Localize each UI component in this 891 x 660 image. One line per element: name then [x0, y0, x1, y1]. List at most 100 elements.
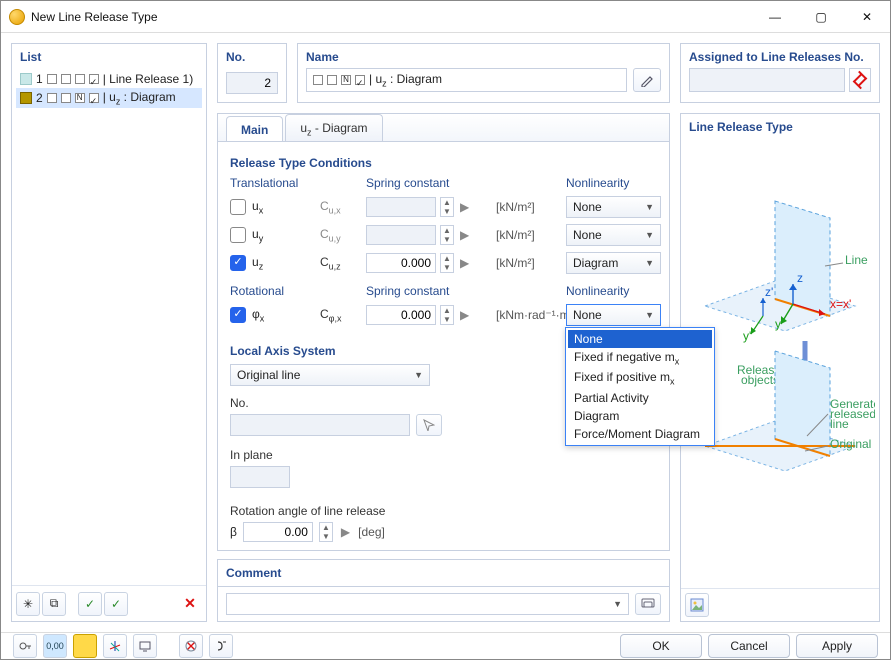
window-title: New Line Release Type	[31, 10, 752, 24]
new-item-button[interactable]: ✳	[16, 592, 40, 616]
phix-checkbox[interactable]	[230, 307, 246, 323]
arrow-icon[interactable]: ▶	[458, 256, 471, 270]
preview-settings-button[interactable]	[685, 593, 709, 617]
dropdown-option[interactable]: Partial Activity	[568, 389, 712, 407]
pick-line-button[interactable]	[416, 414, 442, 436]
color-button[interactable]	[73, 634, 97, 658]
in-plane-label: In plane	[230, 448, 657, 462]
svg-text:Original line: Original line	[830, 437, 875, 451]
cuz-spinner[interactable]: ▲▼ ▶	[366, 253, 496, 273]
item-number: 2	[36, 91, 43, 105]
uz-checkbox[interactable]	[230, 255, 246, 271]
units-icon: 0,00	[46, 641, 64, 651]
no-field[interactable]	[226, 72, 278, 94]
nonlinearity-dropdown[interactable]: None Fixed if negative mx Fixed if posit…	[565, 327, 715, 446]
top-strip: No. Name N | uz : Diagram	[217, 43, 880, 103]
mini-checkbox	[327, 75, 337, 85]
list-item[interactable]: 2 N | uz : Diagram	[16, 88, 202, 108]
main-body: Main uz - Diagram Release Type Condition…	[217, 113, 880, 622]
minimize-button[interactable]: —	[752, 1, 798, 33]
axis-button[interactable]	[103, 634, 127, 658]
phix-symbol: φx	[252, 307, 264, 323]
phix-nonlinearity-combo[interactable]: None▼	[566, 304, 661, 326]
spin-buttons[interactable]: ▲▼	[440, 253, 454, 273]
cancel-button[interactable]: Cancel	[708, 634, 790, 658]
check-all-button[interactable]: ✓	[78, 592, 102, 616]
list-item[interactable]: 1 | Line Release 1)	[16, 70, 202, 88]
help-button[interactable]	[13, 634, 37, 658]
delete-button[interactable]: ✕	[178, 592, 202, 616]
main-column: No. Name N | uz : Diagram	[217, 43, 880, 622]
edit-name-button[interactable]	[633, 68, 661, 92]
no-header: No.	[218, 44, 286, 70]
button-bar: 0,00 OK Cancel Apply	[1, 632, 890, 659]
ok-button[interactable]: OK	[620, 634, 702, 658]
cux-input	[366, 197, 436, 217]
assigned-field[interactable]	[689, 68, 845, 92]
pick-releases-button[interactable]	[849, 68, 871, 92]
dropdown-option[interactable]: Fixed if positive mx	[568, 368, 712, 388]
tab-uz-diagram[interactable]: uz - Diagram	[285, 114, 382, 142]
arrow-icon[interactable]: ▶	[458, 308, 471, 322]
dropdown-option[interactable]: None	[568, 330, 712, 348]
units-button[interactable]: 0,00	[43, 634, 67, 658]
cphix-spinner[interactable]: ▲▼ ▶	[366, 305, 496, 325]
ux-checkbox[interactable]	[230, 199, 246, 215]
app-icon	[9, 9, 25, 25]
tab-main[interactable]: Main	[226, 116, 283, 142]
uy-checkbox[interactable]	[230, 227, 246, 243]
dropdown-option[interactable]: Force/Moment Diagram	[568, 425, 712, 443]
cux-spinner[interactable]: ▲▼▶	[366, 197, 496, 217]
script-button[interactable]	[209, 634, 233, 658]
dropdown-option[interactable]: Fixed if negative mx	[568, 348, 712, 368]
close-button[interactable]: ✕	[844, 1, 890, 33]
list-pane: List 1 | Line Release 1) 2 N	[11, 43, 207, 622]
view-button[interactable]	[133, 634, 157, 658]
cphix-input[interactable]	[366, 305, 436, 325]
apply-button[interactable]: Apply	[796, 634, 878, 658]
arrow-icon[interactable]: ▶	[339, 525, 352, 539]
cuy-input	[366, 225, 436, 245]
name-header: Name	[298, 44, 669, 68]
in-plane-field[interactable]	[230, 466, 290, 488]
beta-unit: [deg]	[358, 525, 385, 539]
monitor-icon	[138, 639, 152, 653]
maximize-button[interactable]: ▢	[798, 1, 844, 33]
name-text: | uz : Diagram	[369, 72, 442, 88]
cuz-input[interactable]	[366, 253, 436, 273]
uncheck-all-button[interactable]: ✓	[104, 592, 128, 616]
svg-text:y: y	[775, 317, 781, 331]
cuz-label: Cu,z	[320, 255, 366, 271]
mini-checkbox	[61, 74, 71, 84]
beta-input[interactable]	[243, 522, 313, 542]
uy-nonlinearity-combo[interactable]: None▼	[566, 224, 661, 246]
preview-toolbar	[681, 588, 879, 621]
assigned-panel: Assigned to Line Releases No.	[680, 43, 880, 103]
item-label: | Line Release 1)	[103, 72, 194, 86]
list-header: List	[12, 44, 206, 68]
copy-item-button[interactable]: ⧉	[42, 592, 66, 616]
svg-text:x=x': x=x'	[830, 297, 851, 311]
image-icon	[690, 598, 704, 612]
svg-text:line: line	[830, 417, 849, 431]
spin-buttons[interactable]: ▲▼	[319, 522, 333, 542]
spin-buttons: ▲▼	[440, 197, 454, 217]
list[interactable]: 1 | Line Release 1) 2 N | uz : Diagram	[12, 68, 206, 585]
comment-edit-button[interactable]	[635, 593, 661, 615]
local-axis-combo[interactable]: Original line▼	[230, 364, 430, 386]
ux-nonlinearity-combo[interactable]: None▼	[566, 196, 661, 218]
spin-buttons[interactable]: ▲▼	[440, 305, 454, 325]
dropdown-option[interactable]: Diagram	[568, 407, 712, 425]
cux-label: Cu,x	[320, 199, 366, 215]
pencil-icon	[640, 73, 654, 87]
no-sub-field[interactable]	[230, 414, 410, 436]
mini-checkbox: N	[341, 75, 351, 85]
mini-checkbox	[61, 93, 71, 103]
comment-combo[interactable]: ▼	[226, 593, 629, 615]
dialog-window: New Line Release Type — ▢ ✕ List 1 | Lin…	[0, 0, 891, 660]
mini-checkbox: N	[75, 93, 85, 103]
ux-symbol: ux	[252, 199, 263, 215]
uz-nonlinearity-combo[interactable]: Diagram▼	[566, 252, 661, 274]
cuy-spinner[interactable]: ▲▼▶	[366, 225, 496, 245]
reset-button[interactable]	[179, 634, 203, 658]
